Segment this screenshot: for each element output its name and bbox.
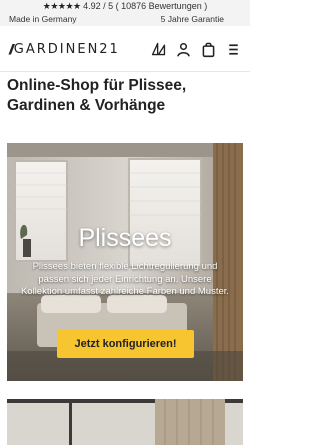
menu-icon[interactable] (225, 41, 242, 58)
site-logo[interactable]: // GARDINEN21 (9, 41, 120, 57)
hero-description: Plissees bieten flexible Lichtregulierun… (20, 261, 230, 297)
next-category-banner[interactable] (7, 399, 243, 445)
header-actions (150, 41, 242, 58)
rating-stars: ★★★★★ (42, 1, 81, 11)
logo-mark: // (9, 41, 13, 57)
rating-summary[interactable]: ★★★★★ 4.92 / 5 ( 10876 Bewertungen ) (0, 1, 250, 12)
fabric-sample-icon[interactable] (150, 41, 167, 58)
hero-banner-plissees: Plissees Plissees bieten flexible Lichtr… (7, 143, 243, 381)
hero-title: Plissees (78, 224, 172, 252)
rating-text: 4.92 / 5 ( 10876 Bewertungen ) (83, 1, 208, 11)
guarantee-label: 5 Jahre Garantie (160, 14, 224, 24)
shopping-bag-icon[interactable] (200, 41, 217, 58)
site-header: // GARDINEN21 (0, 26, 250, 72)
trust-bar: ★★★★★ 4.92 / 5 ( 10876 Bewertungen ) Mad… (0, 0, 250, 26)
made-in-germany-label: Made in Germany (9, 14, 77, 24)
next-category-image (7, 399, 243, 445)
configure-now-button[interactable]: Jetzt konfigurieren! (57, 330, 194, 358)
user-icon[interactable] (175, 41, 192, 58)
logo-wordmark: GARDINEN21 (13, 41, 120, 57)
page-title: Online-Shop für Plissee, Gardinen & Vorh… (7, 77, 187, 114)
